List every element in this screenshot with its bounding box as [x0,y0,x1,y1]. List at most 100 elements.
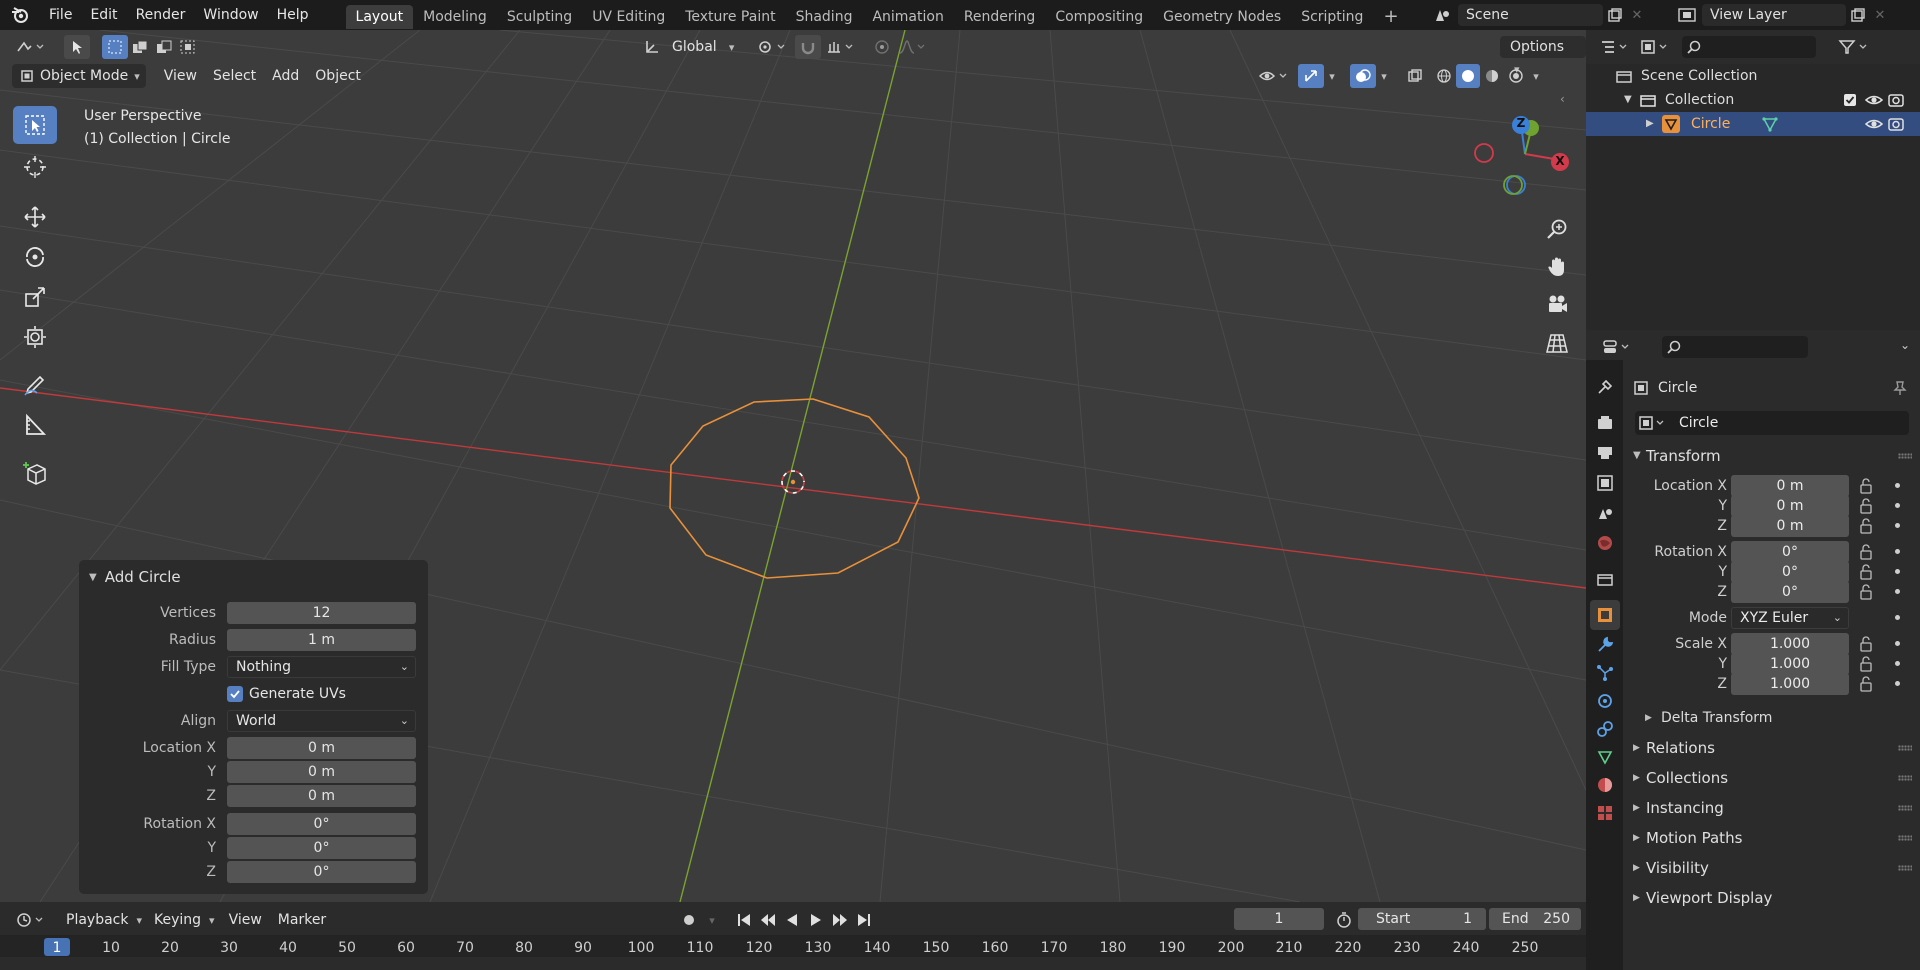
scale-y-lock-icon[interactable] [1859,656,1873,672]
rotation-z-lock-icon[interactable] [1859,584,1873,600]
gizmo-neg-x-icon[interactable] [1474,143,1494,163]
outliner-editor-type-icon[interactable] [1596,39,1636,55]
tab-sculpting[interactable]: Sculpting [497,5,582,29]
menu-file[interactable]: File [40,0,81,30]
blender-logo-icon[interactable] [0,0,40,30]
select-new-mode-icon[interactable] [102,35,128,59]
location-y-field[interactable]: 0 m [227,761,416,783]
tool-annotate[interactable] [13,366,57,404]
tool-scale[interactable] [13,278,57,316]
rotation-mode-select[interactable]: XYZ Euler ⌄ [1731,607,1849,629]
select-intersect-mode-icon[interactable] [176,35,200,59]
tool-measure[interactable] [13,406,57,444]
view-layer-name-field[interactable]: View Layer [1702,4,1846,26]
outliner-object-row-circle[interactable]: ▶ Circle [1586,112,1920,136]
sidebar-toggle-icon[interactable]: ‹ [1560,92,1565,106]
select-subtract-mode-icon[interactable] [152,35,176,59]
transform-panel-header[interactable]: ▼ Transform [1623,442,1920,470]
preview-range-stopwatch-icon[interactable] [1336,912,1352,928]
object-render-camera-icon[interactable] [1888,116,1904,132]
start-frame-field[interactable]: Start 1 [1358,908,1486,930]
scene-selector[interactable]: Scene ✕ [1428,4,1647,26]
tab-compositing[interactable]: Compositing [1045,5,1153,29]
outliner-search-input[interactable] [1682,36,1816,58]
tab-animation[interactable]: Animation [862,5,953,29]
properties-editor-type-icon[interactable] [1598,339,1638,355]
solid-shading-icon[interactable] [1456,64,1480,88]
rotation-y-field[interactable]: 0° [227,837,416,859]
tab-layout[interactable]: Layout [345,4,414,29]
tool-cursor[interactable] [13,148,57,186]
tab-shading[interactable]: Shading [786,5,863,29]
zoom-icon[interactable] [1540,212,1574,246]
proportional-edit-icon[interactable] [869,39,895,55]
scale-x-keyframe-dot[interactable] [1895,641,1900,646]
object-visibility-eye-icon[interactable] [1865,116,1883,132]
object-datablock-field[interactable]: Circle [1635,411,1909,435]
tab-output[interactable] [1590,438,1620,468]
tab-particles[interactable] [1590,658,1620,688]
pan-hand-icon[interactable] [1540,250,1574,284]
object-datablock-icon[interactable] [1635,416,1671,430]
gizmo-toggle-icon[interactable] [1298,64,1324,88]
location-x-field[interactable]: 0 m [227,737,416,759]
auto-keying-chevron-down-icon[interactable]: ▾ [704,914,720,927]
menu-help[interactable]: Help [268,0,318,30]
tab-modeling[interactable]: Modeling [413,5,497,29]
collection-render-camera-icon[interactable] [1888,92,1904,108]
motion-paths-panel-header[interactable]: ▶ Motion Paths [1623,824,1920,852]
tab-physics[interactable] [1590,686,1620,716]
collections-panel-header[interactable]: ▶ Collections [1623,764,1920,792]
visibility-eye-icon[interactable] [1254,68,1294,84]
close-scene-icon[interactable]: ✕ [1627,8,1647,23]
outliner-collection-row[interactable]: ▼ Collection [1586,88,1920,112]
tool-add-cube[interactable] [13,454,57,492]
material-preview-shading-icon[interactable] [1480,68,1504,84]
tab-texture-paint[interactable]: Texture Paint [675,5,785,29]
tab-collection[interactable] [1590,564,1620,594]
viewport-display-panel-header[interactable]: ▶ Viewport Display [1623,884,1920,912]
tab-uv-editing[interactable]: UV Editing [582,5,675,29]
wireframe-shading-icon[interactable] [1432,68,1456,84]
shading-chevron-down-icon[interactable]: ▾ [1528,70,1544,83]
play-icon[interactable] [804,913,828,927]
properties-search-input[interactable] [1662,336,1808,358]
menu-timeline-view[interactable]: View [221,908,270,932]
timeline-editor-type-icon[interactable] [12,912,52,928]
menu-object[interactable]: Object [307,64,369,88]
rotation-x-field[interactable]: 0° [227,813,416,835]
pivot-point-icon[interactable] [751,39,791,55]
prop-scale-z-field[interactable]: 1.000 [1731,673,1849,695]
tab-texture[interactable] [1590,798,1620,828]
menu-playback[interactable]: Playback [58,908,136,932]
jump-to-start-icon[interactable] [732,913,756,927]
orientation-chevron-down-icon[interactable]: ▾ [725,41,739,54]
menu-add[interactable]: Add [264,64,307,88]
3d-cursor-icon[interactable] [781,470,805,494]
properties-options-chevron-icon[interactable]: ⌄ [1900,338,1910,352]
tab-render[interactable] [1590,408,1620,438]
location-y-lock-icon[interactable] [1859,498,1873,514]
pin-icon[interactable] [1893,380,1907,396]
select-box-icon[interactable] [64,35,90,59]
menu-view[interactable]: View [156,64,205,88]
fill-type-select[interactable]: Nothing ⌄ [227,656,416,678]
view-layer-selector[interactable]: View Layer ✕ [1672,4,1890,26]
exclude-checkbox-icon[interactable] [1842,92,1858,108]
rotation-z-keyframe-dot[interactable] [1895,589,1900,594]
tab-modifiers[interactable] [1590,630,1620,660]
rotation-mode-keyframe-dot[interactable] [1895,615,1900,620]
menu-edit[interactable]: Edit [81,0,126,30]
location-x-lock-icon[interactable] [1859,478,1873,494]
tab-constraints[interactable] [1590,714,1620,744]
snap-toggle-icon[interactable] [794,35,821,59]
scene-name-field[interactable]: Scene [1458,4,1603,26]
snap-target-icon[interactable] [821,39,861,55]
rotation-z-field[interactable]: 0° [227,861,416,883]
close-view-layer-icon[interactable]: ✕ [1870,8,1890,23]
options-dropdown[interactable]: Options ▾ [1500,36,1586,76]
ortho-perspective-toggle-icon[interactable] [1540,326,1574,360]
gizmo-chevron-down-icon[interactable]: ▾ [1324,70,1340,83]
object-expand-chevron-icon[interactable]: ▶ [1646,112,1654,136]
proportional-falloff-icon[interactable] [895,39,931,55]
